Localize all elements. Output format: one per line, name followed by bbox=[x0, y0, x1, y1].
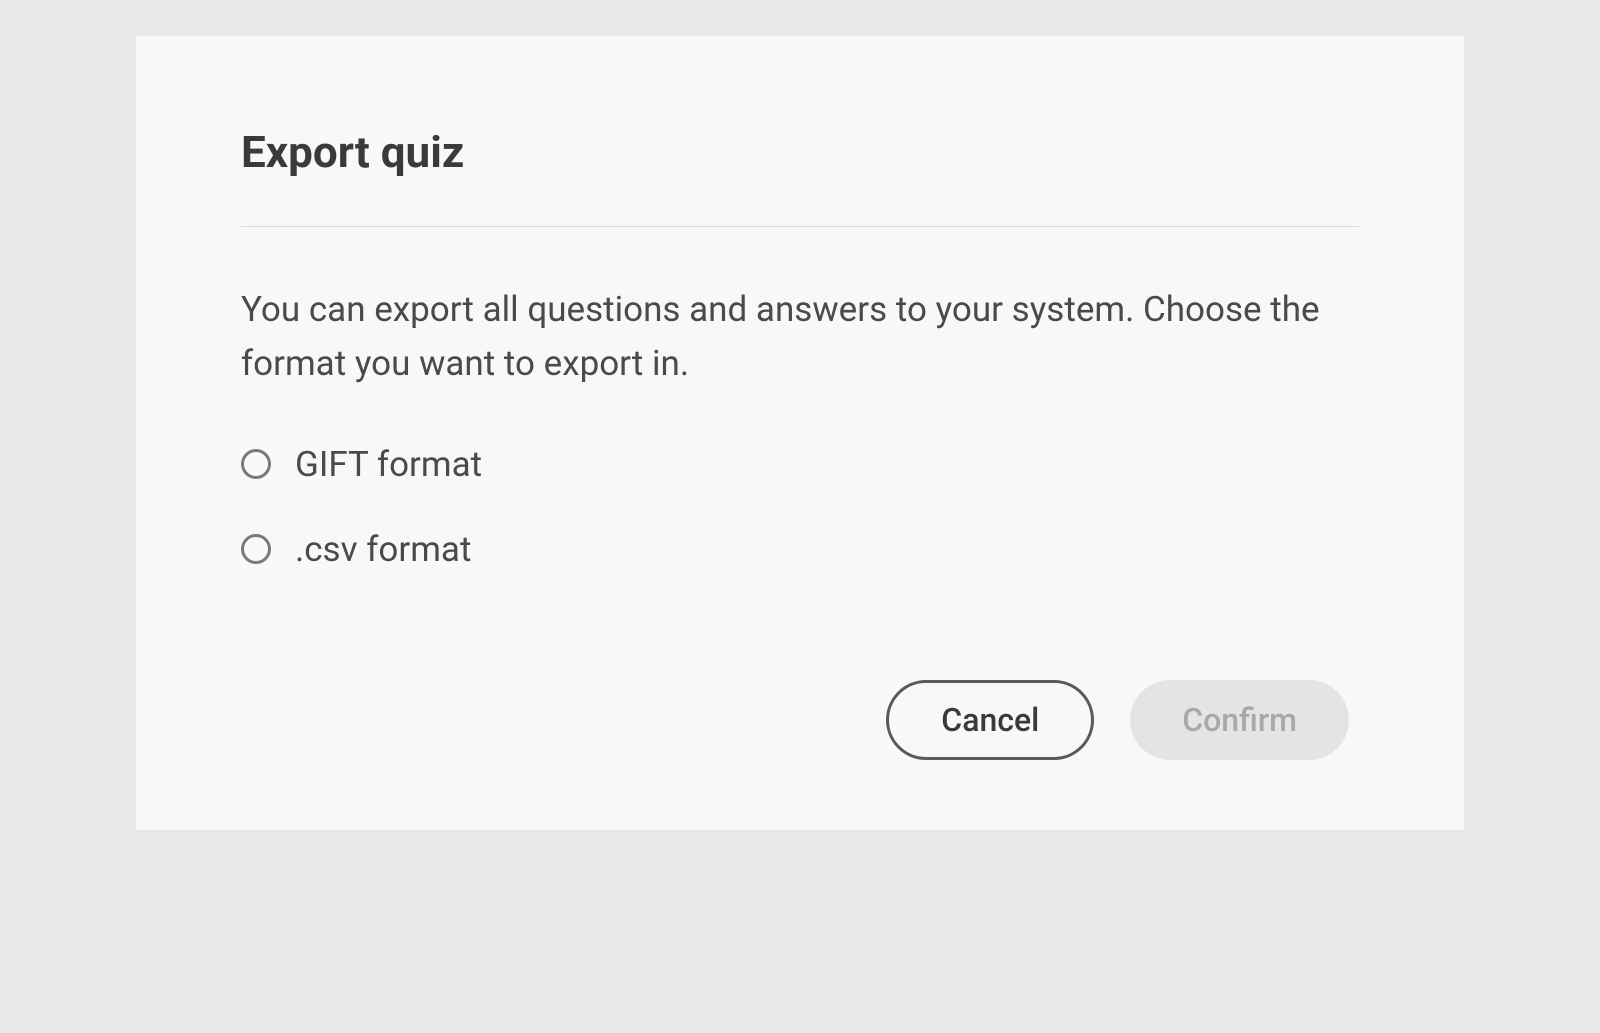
export-quiz-dialog: Export quiz You can export all questions… bbox=[136, 36, 1464, 830]
option-csv-format[interactable]: .csv format bbox=[241, 529, 1359, 570]
radio-icon bbox=[241, 449, 271, 479]
dialog-description: You can export all questions and answers… bbox=[241, 283, 1359, 392]
option-label: GIFT format bbox=[295, 444, 482, 485]
radio-icon bbox=[241, 534, 271, 564]
dialog-title: Export quiz bbox=[241, 126, 1359, 178]
dialog-buttons: Cancel Confirm bbox=[241, 680, 1359, 760]
option-label: .csv format bbox=[295, 529, 471, 570]
format-options: GIFT format .csv format bbox=[241, 444, 1359, 570]
option-gift-format[interactable]: GIFT format bbox=[241, 444, 1359, 485]
divider bbox=[241, 226, 1359, 227]
confirm-button[interactable]: Confirm bbox=[1130, 680, 1349, 760]
cancel-button[interactable]: Cancel bbox=[886, 680, 1094, 760]
